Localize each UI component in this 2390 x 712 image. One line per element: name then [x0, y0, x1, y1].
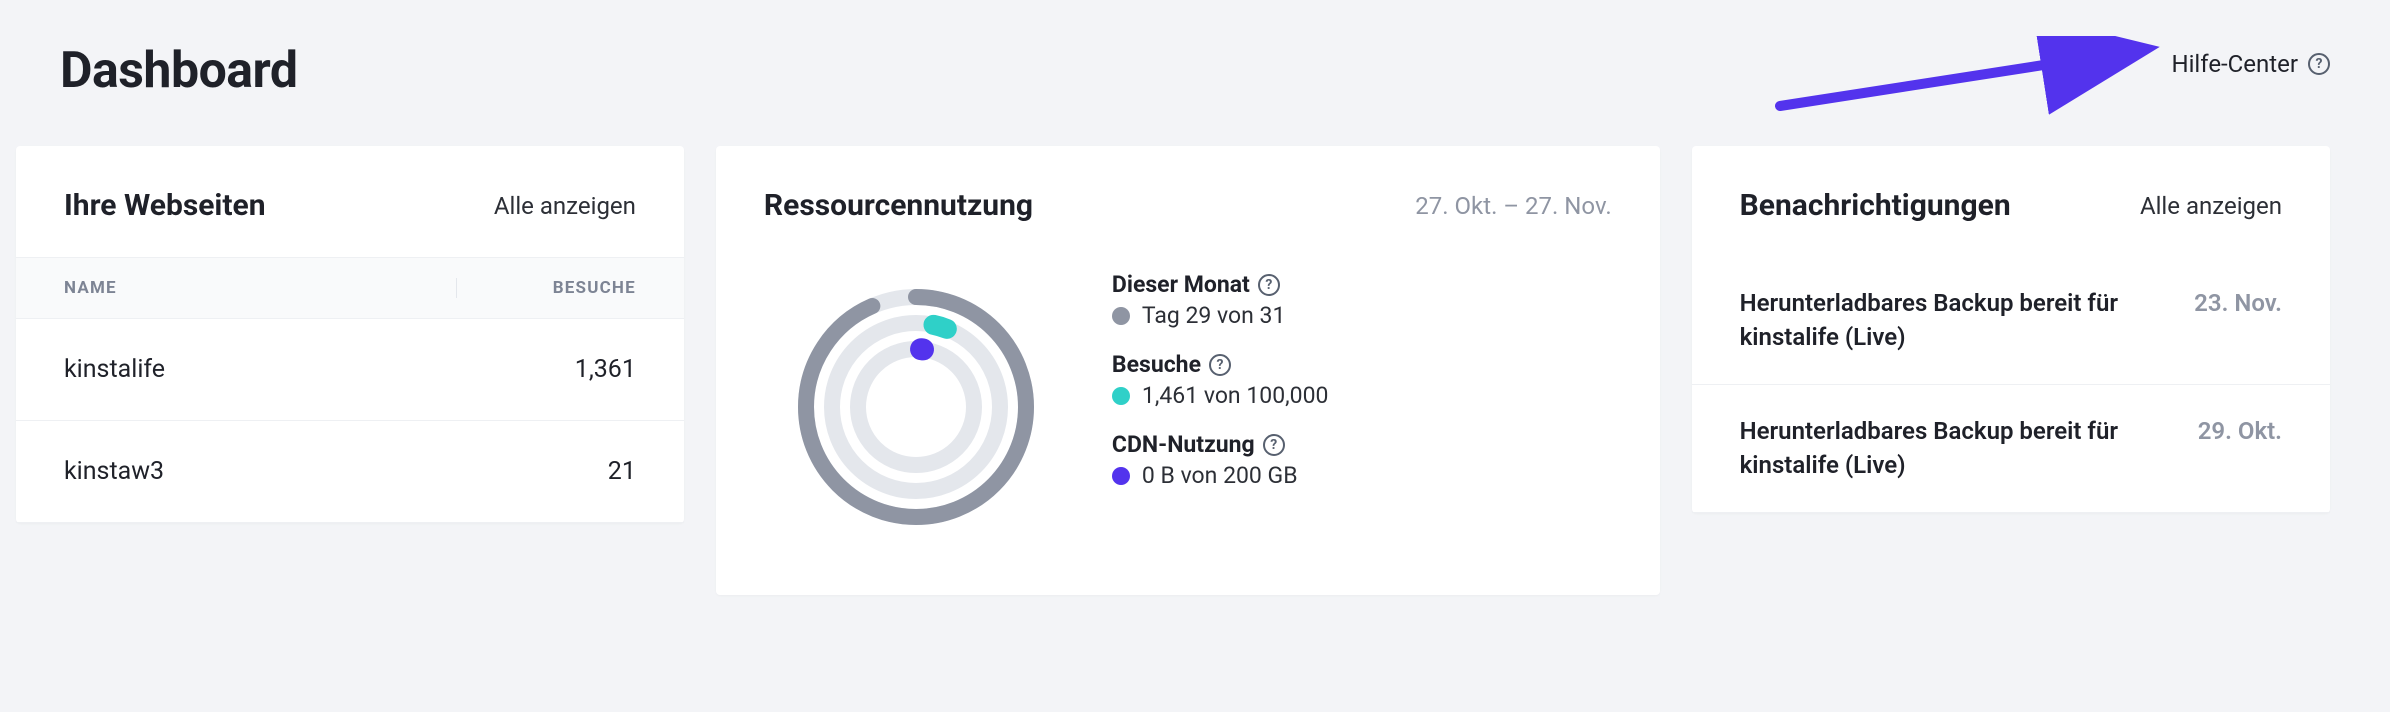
notifications-show-all-link[interactable]: Alle anzeigen	[2140, 192, 2282, 220]
notifications-card: Benachrichtigungen Alle anzeigen Herunte…	[1692, 146, 2330, 513]
table-row[interactable]: kinstaw3 21	[16, 421, 684, 523]
legend-cdn-title: CDN-Nutzung ?	[1112, 431, 1612, 458]
site-name: kinstaw3	[64, 457, 456, 486]
col-name-header: NAME	[64, 278, 456, 298]
help-icon[interactable]: ?	[2308, 53, 2330, 75]
site-visits: 1,361	[456, 355, 636, 384]
legend-month-title-text: Dieser Monat	[1112, 271, 1250, 298]
legend-month-title: Dieser Monat ?	[1112, 271, 1612, 298]
notifications-card-title: Benachrichtigungen	[1740, 188, 2011, 223]
dot-icon	[1112, 307, 1130, 325]
notification-text: Herunterladbares Backup bereit für kinst…	[1740, 287, 2160, 354]
help-icon[interactable]: ?	[1258, 274, 1280, 296]
help-icon[interactable]: ?	[1263, 434, 1285, 456]
dot-icon	[1112, 467, 1130, 485]
resources-date-range: 27. Okt. – 27. Nov.	[1415, 192, 1611, 220]
sites-card-header: Ihre Webseiten Alle anzeigen	[16, 146, 684, 257]
site-visits: 21	[456, 457, 636, 486]
sites-show-all-link[interactable]: Alle anzeigen	[494, 192, 636, 220]
notification-item[interactable]: Herunterladbares Backup bereit für kinst…	[1692, 385, 2330, 513]
resources-card-title: Ressourcennutzung	[764, 188, 1033, 223]
dot-icon	[1112, 387, 1130, 405]
legend-cdn-title-text: CDN-Nutzung	[1112, 431, 1255, 458]
usage-legend: Dieser Monat ? Tag 29 von 31 Besuche ?	[1112, 267, 1612, 547]
sites-table-header: NAME BESUCHE	[16, 257, 684, 319]
resources-card: Ressourcennutzung 27. Okt. – 27. Nov.	[716, 146, 1660, 595]
usage-rings-chart	[776, 267, 1056, 547]
page-title: Dashboard	[60, 42, 2390, 100]
legend-visits-title: Besuche ?	[1112, 351, 1612, 378]
legend-cdn-row: 0 B von 200 GB	[1112, 462, 1612, 489]
site-name: kinstalife	[64, 355, 456, 384]
notification-date: 23. Nov.	[2194, 287, 2282, 354]
legend-visits-value: 1,461 von 100,000	[1142, 382, 1329, 409]
notifications-card-header: Benachrichtigungen Alle anzeigen	[1692, 146, 2330, 257]
help-icon[interactable]: ?	[1209, 354, 1231, 376]
help-center-link[interactable]: Hilfe-Center ?	[2171, 50, 2330, 78]
notification-date: 29. Okt.	[2198, 415, 2282, 482]
col-visits-header: BESUCHE	[456, 278, 636, 298]
notification-text: Herunterladbares Backup bereit für kinst…	[1740, 415, 2160, 482]
sites-card: Ihre Webseiten Alle anzeigen NAME BESUCH…	[16, 146, 684, 523]
legend-month-row: Tag 29 von 31	[1112, 302, 1612, 329]
resources-card-header: Ressourcennutzung 27. Okt. – 27. Nov.	[716, 146, 1660, 257]
notification-item[interactable]: Herunterladbares Backup bereit für kinst…	[1692, 257, 2330, 385]
legend-visits-title-text: Besuche	[1112, 351, 1201, 378]
table-row[interactable]: kinstalife 1,361	[16, 319, 684, 421]
sites-card-title: Ihre Webseiten	[64, 188, 266, 223]
legend-cdn-value: 0 B von 200 GB	[1142, 462, 1298, 489]
legend-visits-row: 1,461 von 100,000	[1112, 382, 1612, 409]
help-center-label: Hilfe-Center	[2171, 50, 2298, 78]
legend-month-value: Tag 29 von 31	[1142, 302, 1286, 329]
